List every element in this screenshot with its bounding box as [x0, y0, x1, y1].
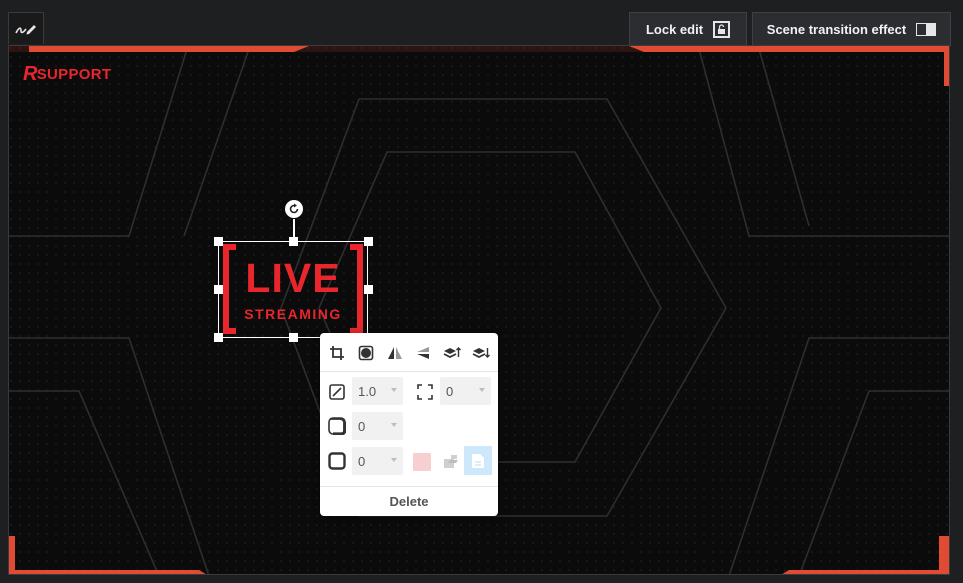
padding-value: 0 — [446, 383, 454, 399]
padding-select[interactable]: 0 — [440, 377, 491, 405]
half-square-icon — [916, 22, 937, 36]
send-backward-icon[interactable] — [468, 340, 494, 366]
bring-forward-icon[interactable] — [439, 340, 465, 366]
resize-handle-left[interactable] — [214, 285, 223, 294]
layer-context-menu: 1.0 0 0 0 Delete — [320, 333, 498, 516]
scene-transition-button[interactable]: Scene transition effect — [752, 12, 951, 46]
top-toolbar: Lock edit Scene transition effect — [0, 0, 963, 46]
lock-edit-button[interactable]: Lock edit — [629, 12, 747, 46]
resize-handle-top-left[interactable] — [214, 237, 223, 246]
border-width-value: 0 — [358, 453, 366, 469]
resize-handle-bottom-left[interactable] — [214, 333, 223, 342]
tool-row — [324, 340, 494, 366]
crop-icon[interactable] — [324, 340, 350, 366]
border-color-swatch[interactable] — [413, 453, 431, 471]
menu-divider — [320, 486, 498, 487]
lock-edit-label: Lock edit — [645, 21, 704, 37]
delete-button[interactable]: Delete — [320, 488, 498, 516]
rotate-connector — [293, 219, 295, 242]
corner-radius-icon — [328, 417, 346, 435]
resize-handle-right[interactable] — [364, 285, 373, 294]
resize-handle-bottom[interactable] — [289, 333, 298, 342]
scene-transition-label: Scene transition effect — [766, 21, 907, 37]
resize-handle-top-right[interactable] — [364, 237, 373, 246]
opacity-select[interactable]: 1.0 — [352, 377, 403, 405]
opacity-icon — [328, 383, 346, 401]
border-width-select[interactable]: 0 — [352, 447, 403, 475]
border-icon — [328, 452, 346, 470]
lock-open-icon — [713, 20, 731, 38]
brand-name: SUPPORT — [36, 66, 112, 83]
padding-icon — [416, 383, 434, 401]
flip-vertical-icon[interactable] — [410, 340, 436, 366]
pen-draw-icon[interactable] — [8, 12, 44, 44]
rotate-icon[interactable] — [285, 200, 303, 218]
paste-style-button[interactable] — [464, 446, 492, 475]
menu-divider — [320, 371, 498, 372]
copy-style-icon[interactable] — [440, 451, 462, 473]
selection-box — [218, 241, 368, 338]
mask-icon[interactable] — [353, 340, 379, 366]
flip-horizontal-icon[interactable] — [382, 340, 408, 366]
corner-radius-value: 0 — [358, 418, 366, 434]
corner-radius-select[interactable]: 0 — [352, 412, 403, 440]
brand-logo: R SUPPORT — [23, 63, 111, 86]
brand-mark: R — [23, 63, 38, 85]
opacity-value: 1.0 — [358, 383, 377, 399]
